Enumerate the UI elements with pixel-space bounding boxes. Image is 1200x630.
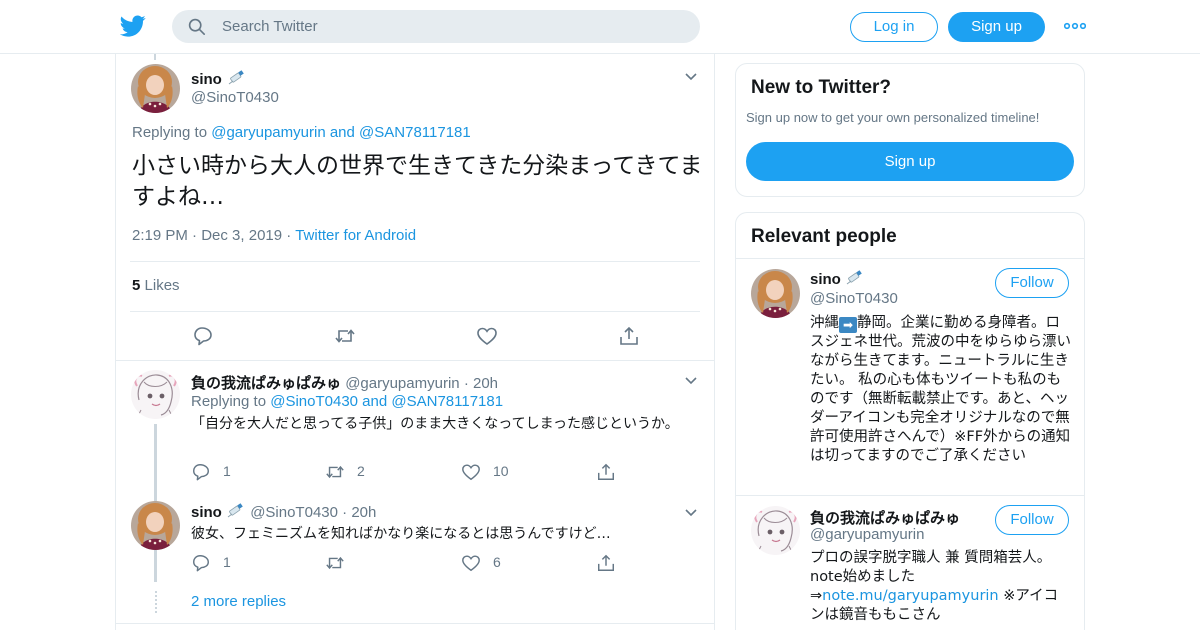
avatar[interactable] [131, 64, 180, 113]
divider [116, 360, 714, 361]
tweet-date[interactable]: Dec 3, 2019 [201, 227, 282, 244]
divider [736, 258, 1084, 259]
avatar[interactable] [131, 501, 180, 550]
reply-icon [193, 555, 209, 572]
person-bio: 沖縄 ➡ 静岡。企業に勤める身障者。ロスジェネ世代。荒波の中をゆらゆら漂いながら生き… [810, 315, 1071, 464]
search-bar[interactable] [172, 10, 700, 43]
heart-icon[interactable] [476, 325, 498, 347]
doll-avatar-image [131, 64, 180, 113]
top-bar: Log in Sign up [0, 0, 1200, 54]
mention-link[interactable]: @SAN78117181 [391, 393, 503, 410]
syringe-emoji-icon [228, 70, 244, 85]
reply-header: sino @SinoT0430 · 20h [191, 503, 377, 521]
more-options-icon[interactable] [1064, 21, 1086, 31]
divider [736, 495, 1084, 496]
like-count: 6 [493, 554, 501, 570]
search-icon [188, 18, 206, 36]
share-icon[interactable] [618, 325, 640, 347]
like-count: 10 [493, 463, 509, 479]
tweet-time[interactable]: 20h [473, 375, 498, 392]
syringe-emoji-icon [846, 270, 862, 285]
avatar[interactable] [751, 269, 800, 318]
reply-header: 負の我流ぱみゅぱみゅ @garyupamyurin · 20h [191, 375, 499, 392]
author-name[interactable]: sino [191, 504, 222, 521]
signup-card-title: New to Twitter? [751, 77, 892, 98]
author-name[interactable]: sino [191, 71, 222, 88]
divider [130, 261, 700, 262]
relevant-people-card: Relevant people sino @SinoT0430 Follow 沖… [735, 212, 1085, 630]
reply-icon[interactable] [192, 325, 214, 347]
author-name-row[interactable]: sino [191, 69, 247, 88]
login-button[interactable]: Log in [850, 12, 938, 42]
likes-count[interactable]: 5 Likes [132, 277, 180, 294]
chevron-down-icon[interactable] [684, 508, 698, 518]
more-replies-link[interactable]: 2 more replies [191, 593, 286, 610]
tweet-text: 小さい時から大人の世界で生きてきた分染まってきてますよね… [132, 153, 703, 210]
tweet-metadata: 2:19 PM · Dec 3, 2019 · Twitter for Andr… [132, 227, 417, 244]
person-name-row[interactable]: sino [810, 270, 865, 288]
syringe-emoji-icon [227, 503, 243, 518]
share-icon [598, 554, 614, 571]
share-icon [598, 463, 614, 480]
thread-dots [155, 591, 157, 613]
mention-link[interactable]: @garyupamyurin [211, 124, 325, 141]
person-name[interactable]: sino [810, 271, 841, 288]
main-column: sino @SinoT0430 Replying to @garyupamyur… [115, 54, 715, 630]
heart-icon [462, 464, 480, 481]
person-name[interactable]: 負の我流ぱみゅぱみゅ [810, 507, 960, 528]
twitter-bird-icon[interactable] [120, 13, 146, 39]
tweet-text: 彼女、フェミニズムを知ればかなり楽になるとは思うんですけど… [191, 526, 611, 542]
bio-link[interactable]: note.mu/garyupamyurin [822, 588, 998, 604]
author-handle[interactable]: @SinoT0430 [191, 89, 279, 106]
heart-icon [462, 555, 480, 572]
chevron-down-icon[interactable] [684, 376, 698, 386]
search-input[interactable] [222, 10, 682, 43]
relevant-people-title: Relevant people [751, 226, 897, 247]
mention-link[interactable]: @SinoT0430 [270, 393, 358, 410]
right-arrow-emoji-icon: ➡ [839, 317, 857, 333]
sidebar-signup-button[interactable]: Sign up [746, 142, 1074, 181]
signup-button[interactable]: Sign up [948, 12, 1045, 42]
replying-to: Replying to @SinoT0430 and @SAN78117181 [191, 393, 504, 410]
follow-button[interactable]: Follow [995, 268, 1069, 298]
author-handle[interactable]: @SinoT0430 [250, 504, 338, 521]
avatar[interactable] [751, 506, 800, 555]
chevron-down-icon[interactable] [684, 72, 698, 82]
retweet-count: 2 [357, 463, 365, 479]
signup-card: New to Twitter? Sign up now to get your … [735, 63, 1085, 197]
tweet-source-link[interactable]: Twitter for Android [295, 227, 416, 244]
divider [116, 623, 714, 624]
signup-card-subtitle: Sign up now to get your own personalized… [746, 110, 1040, 125]
mention-link[interactable]: @SAN78117181 [359, 124, 471, 141]
anime-sketch-avatar-image [131, 370, 180, 419]
author-handle[interactable]: @garyupamyurin [345, 375, 459, 392]
doll-avatar-image [751, 269, 800, 318]
thread-line [154, 554, 157, 582]
tweet-text: 「自分を大人だと思ってる子供」のまま大きくなってしまった感じというか。 [191, 416, 679, 432]
person-handle[interactable]: @SinoT0430 [810, 290, 898, 307]
doll-avatar-image [131, 501, 180, 550]
person-handle[interactable]: @garyupamyurin [810, 526, 924, 543]
follow-button[interactable]: Follow [995, 505, 1069, 535]
retweet-icon[interactable] [334, 325, 356, 347]
replying-to: Replying to @garyupamyurin and @SAN78117… [132, 124, 471, 141]
anime-sketch-avatar-image [751, 506, 800, 555]
tweet-time[interactable]: 20h [351, 504, 376, 521]
avatar[interactable] [131, 370, 180, 419]
retweet-icon [326, 465, 344, 479]
reply-icon [193, 464, 209, 481]
reply-count: 1 [223, 554, 231, 570]
reply-count: 1 [223, 463, 231, 479]
person-bio: プロの誤字脱字職人 兼 質問箱芸人。 note始めました ⇒note.mu/ga… [810, 550, 1059, 623]
divider [130, 311, 700, 312]
tweet-time[interactable]: 2:19 PM [132, 227, 188, 244]
author-name[interactable]: 負の我流ぱみゅぱみゅ [191, 375, 341, 392]
thread-line [154, 54, 156, 60]
retweet-icon [326, 556, 344, 570]
